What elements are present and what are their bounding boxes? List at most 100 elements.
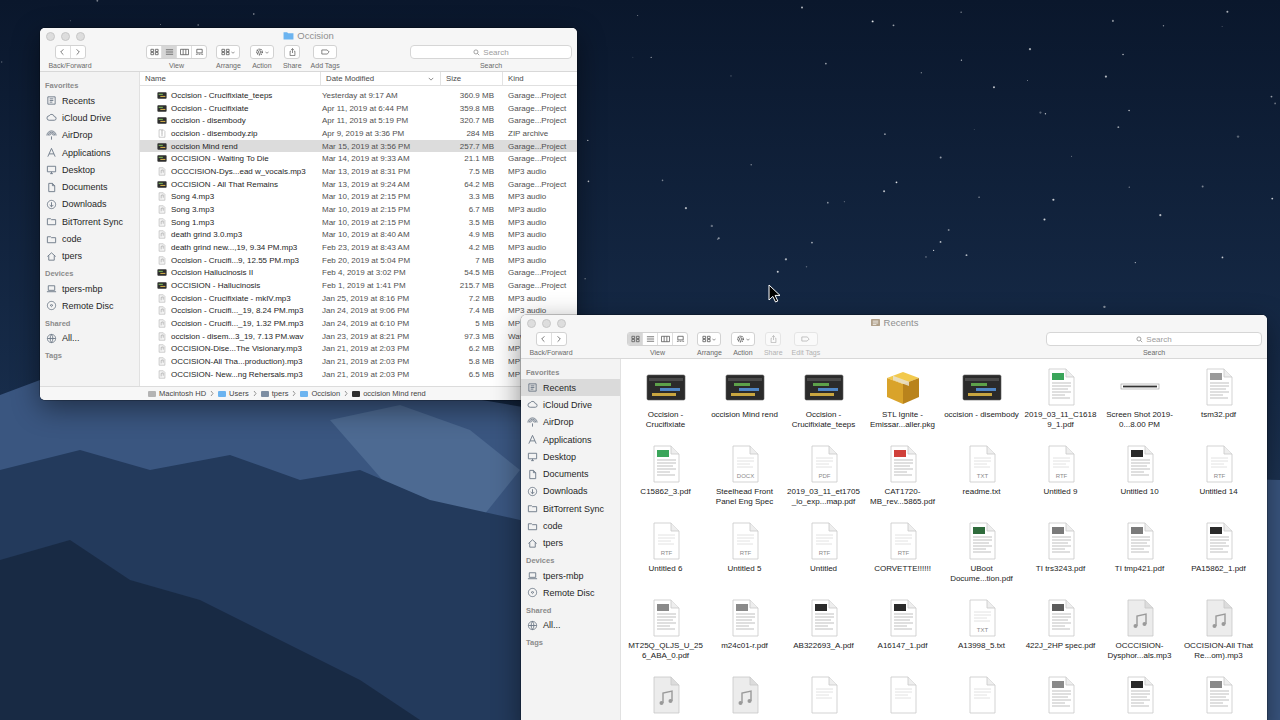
sidebar-item[interactable]: Applications xyxy=(521,431,620,448)
path-item[interactable]: Occision xyxy=(300,389,340,398)
path-item[interactable]: tpers xyxy=(261,389,289,398)
close-button[interactable] xyxy=(46,32,55,41)
column-header[interactable]: Size xyxy=(440,72,502,85)
icon-view-button[interactable] xyxy=(628,333,642,345)
file-row[interactable]: Occision - Crucifixiate - mkIV.mp3Jan 25… xyxy=(140,292,577,305)
sidebar-heading[interactable]: Favorites xyxy=(40,77,139,92)
sidebar-item[interactable]: All... xyxy=(40,330,139,347)
tags-tool[interactable]: Add Tags xyxy=(311,45,340,69)
sidebar-item[interactable]: Remote Disc xyxy=(40,297,139,314)
file-row[interactable]: Song 4.mp3Mar 10, 2019 at 2:15 PM3.3 MBM… xyxy=(140,190,577,203)
back-button[interactable] xyxy=(56,46,70,58)
file-item[interactable]: RTFUntitled 6 xyxy=(626,519,705,596)
file-row[interactable]: death grind new...,19, 9.34 PM.mp3Feb 23… xyxy=(140,241,577,254)
sidebar-item[interactable]: Downloads xyxy=(521,483,620,500)
sidebar-item[interactable]: Remote Disc xyxy=(521,584,620,601)
file-item[interactable]: RTFUntitled 5 xyxy=(705,519,784,596)
file-item[interactable]: RTFUntitled 14 xyxy=(1179,442,1258,519)
sidebar-item[interactable]: tpers-mbp xyxy=(521,567,620,584)
sidebar-item[interactable]: tpers-mbp xyxy=(40,280,139,297)
path-item[interactable]: Macintosh HD xyxy=(148,389,206,398)
sidebar-heading[interactable]: Devices xyxy=(40,265,139,280)
file-item[interactable]: m24c01-r.pdf xyxy=(705,596,784,673)
column-view-button[interactable] xyxy=(657,333,672,345)
file-row[interactable]: Song 1.mp3Mar 10, 2019 at 2:15 PM3.5 MBM… xyxy=(140,216,577,229)
column-header[interactable]: Kind xyxy=(502,72,577,85)
file-item[interactable]: C15862_3.pdf xyxy=(626,442,705,519)
sidebar-heading[interactable]: Shared xyxy=(521,602,620,617)
minimize-button[interactable] xyxy=(542,319,551,328)
share-tool[interactable]: Share xyxy=(764,332,783,356)
file-item[interactable]: MT25Q_QLJS_U_256_ABA_0.pdf xyxy=(626,596,705,673)
file-item[interactable]: occision - disembody xyxy=(942,365,1021,442)
sidebar-item[interactable]: iCloud Drive xyxy=(40,109,139,126)
view-tool[interactable]: View xyxy=(146,45,207,69)
arrange-tool[interactable]: Arrange xyxy=(697,332,722,356)
search-field[interactable]: Search xyxy=(1046,332,1262,346)
zoom-button[interactable] xyxy=(557,319,566,328)
gallery-view-button[interactable] xyxy=(672,333,687,345)
file-item[interactable]: Screen Shot 2019-0...8.00 PM xyxy=(1100,365,1179,442)
file-item[interactable]: RTFUntitled xyxy=(784,519,863,596)
file-item[interactable] xyxy=(784,673,863,720)
file-row[interactable]: OCCISION - Waiting To DieMar 14, 2019 at… xyxy=(140,152,577,165)
back-button[interactable] xyxy=(537,333,551,345)
file-item[interactable]: STL Ignite - Emissar...aller.pkg xyxy=(863,365,942,442)
file-item[interactable]: CAT1720-MB_rev...5865.pdf xyxy=(863,442,942,519)
file-item[interactable]: OCCISION-All That Re...om).mp3 xyxy=(1179,596,1258,673)
sidebar-item[interactable]: BitTorrent Sync xyxy=(40,213,139,230)
sidebar-heading[interactable]: Favorites xyxy=(521,364,620,379)
sidebar-item[interactable]: Applications xyxy=(40,144,139,161)
file-row[interactable]: death grind 3.0.mp3Mar 10, 2019 at 8:40 … xyxy=(140,228,577,241)
sidebar-item[interactable]: iCloud Drive xyxy=(521,396,620,413)
search-field[interactable]: Search xyxy=(410,45,572,59)
close-button[interactable] xyxy=(527,319,536,328)
file-item[interactable]: 2019_03_11_C16189_1.pdf xyxy=(1021,365,1100,442)
file-item[interactable]: RTFUntitled 9 xyxy=(1021,442,1100,519)
file-row[interactable]: occision - disem...3_19, 7.13 PM.wavJan … xyxy=(140,330,577,343)
sidebar-item[interactable]: tpers xyxy=(521,535,620,552)
sidebar-heading[interactable]: Shared xyxy=(40,315,139,330)
column-view-button[interactable] xyxy=(176,46,191,58)
file-row[interactable]: Occision - Crucifixiate_teepsYesterday a… xyxy=(140,89,577,102)
file-item[interactable] xyxy=(1179,673,1258,720)
file-row[interactable]: occision - disembodyApr 11, 2019 at 5:19… xyxy=(140,114,577,127)
sidebar-item[interactable]: Recents xyxy=(40,92,139,109)
list-view-button[interactable] xyxy=(642,333,657,345)
file-row[interactable]: OCCISION - All That RemainsMar 13, 2019 … xyxy=(140,178,577,191)
minimize-button[interactable] xyxy=(61,32,70,41)
sidebar-item[interactable]: Documents xyxy=(521,465,620,482)
column-header[interactable]: Date Modified xyxy=(320,72,440,85)
sidebar-item[interactable]: Recents xyxy=(521,379,620,396)
file-item[interactable]: AB322693_A.pdf xyxy=(784,596,863,673)
file-item[interactable]: occision Mind rend xyxy=(705,365,784,442)
gallery-view-button[interactable] xyxy=(191,46,206,58)
file-row[interactable]: OCCISION- New...ng Rehersals.mp3Jan 21, … xyxy=(140,368,577,381)
action-tool[interactable]: Action xyxy=(250,45,274,69)
action-tool[interactable]: Action xyxy=(731,332,755,356)
file-item[interactable] xyxy=(626,673,705,720)
sidebar-item[interactable]: tpers xyxy=(40,248,139,265)
file-item[interactable]: TXTreadme.txt xyxy=(942,442,1021,519)
file-row[interactable]: Song 3.mp3Mar 10, 2019 at 2:15 PM6.7 MBM… xyxy=(140,203,577,216)
file-item[interactable]: tsm32.pdf xyxy=(1179,365,1258,442)
file-row[interactable]: Occision - Crucifi..._19, 8.24 PM.mp3Jan… xyxy=(140,304,577,317)
file-item[interactable]: UBoot Docume...tion.pdf xyxy=(942,519,1021,596)
file-row[interactable]: Occision - Crucifi..._19, 1.32 PM.mp3Jan… xyxy=(140,317,577,330)
nav-tool[interactable]: Back/Forward xyxy=(47,45,93,69)
sidebar-item[interactable]: BitTorrent Sync xyxy=(521,500,620,517)
sidebar-item[interactable]: Desktop xyxy=(521,448,620,465)
file-row[interactable]: Occision Hallucinosis IIFeb 4, 2019 at 3… xyxy=(140,266,577,279)
file-item[interactable] xyxy=(863,673,942,720)
column-header[interactable]: Name xyxy=(140,72,320,85)
sidebar-item[interactable]: code xyxy=(40,230,139,247)
title-bar[interactable]: Recents xyxy=(521,315,1267,330)
path-item[interactable]: occision Mind rend xyxy=(352,389,426,398)
sidebar-heading[interactable]: Tags xyxy=(521,634,620,649)
forward-button[interactable] xyxy=(70,46,85,58)
arrange-tool[interactable]: Arrange xyxy=(216,45,241,69)
file-item[interactable]: 422J_2HP spec.pdf xyxy=(1021,596,1100,673)
file-item[interactable]: Occision - Crucifixiate_teeps xyxy=(784,365,863,442)
file-row[interactable]: occision - disembody.zipApr 9, 2019 at 3… xyxy=(140,127,577,140)
sidebar-item[interactable]: code xyxy=(521,517,620,534)
